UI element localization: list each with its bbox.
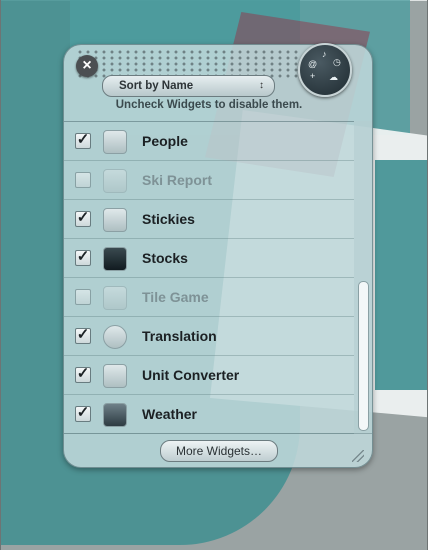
widget-checkbox[interactable]: ✓ xyxy=(75,405,91,422)
close-icon: × xyxy=(82,57,92,74)
badge-at-symbol-icon: @ xyxy=(308,59,318,69)
widget-name: Stickies xyxy=(142,211,195,227)
widget-checkbox[interactable] xyxy=(75,289,91,305)
panel-footer: More Widgets… xyxy=(64,433,372,468)
tile-game-icon xyxy=(103,286,127,310)
widget-name: Tile Game xyxy=(142,289,209,305)
widget-checkbox[interactable] xyxy=(75,172,91,188)
people-icon xyxy=(103,130,127,154)
widget-row-tile-game: Tile Game xyxy=(64,278,354,317)
widget-name: People xyxy=(142,133,188,149)
widget-checkbox[interactable]: ✓ xyxy=(75,249,91,266)
stocks-icon xyxy=(103,247,127,271)
badge-clock-icon: ◷ xyxy=(333,57,341,67)
close-button[interactable]: × xyxy=(76,55,98,77)
scrollbar-thumb[interactable] xyxy=(358,281,369,431)
widget-checkbox[interactable]: ✓ xyxy=(75,210,91,227)
badge-plus-icon: + xyxy=(310,71,316,81)
badge-music-icon: ♪ xyxy=(322,49,327,59)
screen-left-edge xyxy=(0,0,1,550)
widget-row-stocks: ✓ Stocks xyxy=(64,239,354,278)
widget-name: Ski Report xyxy=(142,172,213,188)
globe-icon xyxy=(103,325,127,349)
widget-row-weather: ✓ Weather xyxy=(64,395,354,434)
background-book-spine xyxy=(375,160,428,390)
widget-name: Translation xyxy=(142,328,217,344)
widget-manager-panel: × @ ♪ ◷ + ☁ Sort by Name ↕ Uncheck Widge… xyxy=(63,43,373,468)
widget-row-stickies: ✓ Stickies xyxy=(64,200,354,239)
widget-row-ski-report: Ski Report xyxy=(64,161,354,200)
badge-cloud-icon: ☁ xyxy=(329,72,338,82)
sort-select-label: Sort by Name xyxy=(119,80,194,92)
sort-select[interactable]: Sort by Name ↕ xyxy=(102,75,275,97)
widget-row-translation: ✓ Translation xyxy=(64,317,354,356)
widget-row-people: ✓ People xyxy=(64,122,354,161)
more-widgets-button[interactable]: More Widgets… xyxy=(160,440,278,462)
widget-name: Stocks xyxy=(142,250,188,266)
widget-name: Unit Converter xyxy=(142,367,240,383)
unit-converter-icon xyxy=(103,364,127,388)
instruction-text: Uncheck Widgets to disable them. xyxy=(115,99,303,111)
widget-checkbox[interactable]: ✓ xyxy=(75,132,91,149)
widget-checkbox[interactable]: ✓ xyxy=(75,327,91,344)
widget-list: ✓ People Ski Report ✓ Stickies ✓ Stocks … xyxy=(64,121,354,434)
list-scrollbar[interactable] xyxy=(354,121,372,433)
widget-checkbox[interactable]: ✓ xyxy=(75,366,91,383)
dashboard-icon: @ ♪ ◷ + ☁ xyxy=(298,43,352,97)
snowflake-icon xyxy=(103,169,127,193)
select-arrows-icon: ↕ xyxy=(259,80,264,91)
widget-row-unit-converter: ✓ Unit Converter xyxy=(64,356,354,395)
weather-icon xyxy=(103,403,127,427)
widget-name: Weather xyxy=(142,406,197,422)
resize-grip-icon[interactable] xyxy=(352,450,364,462)
stickies-icon xyxy=(103,208,127,232)
